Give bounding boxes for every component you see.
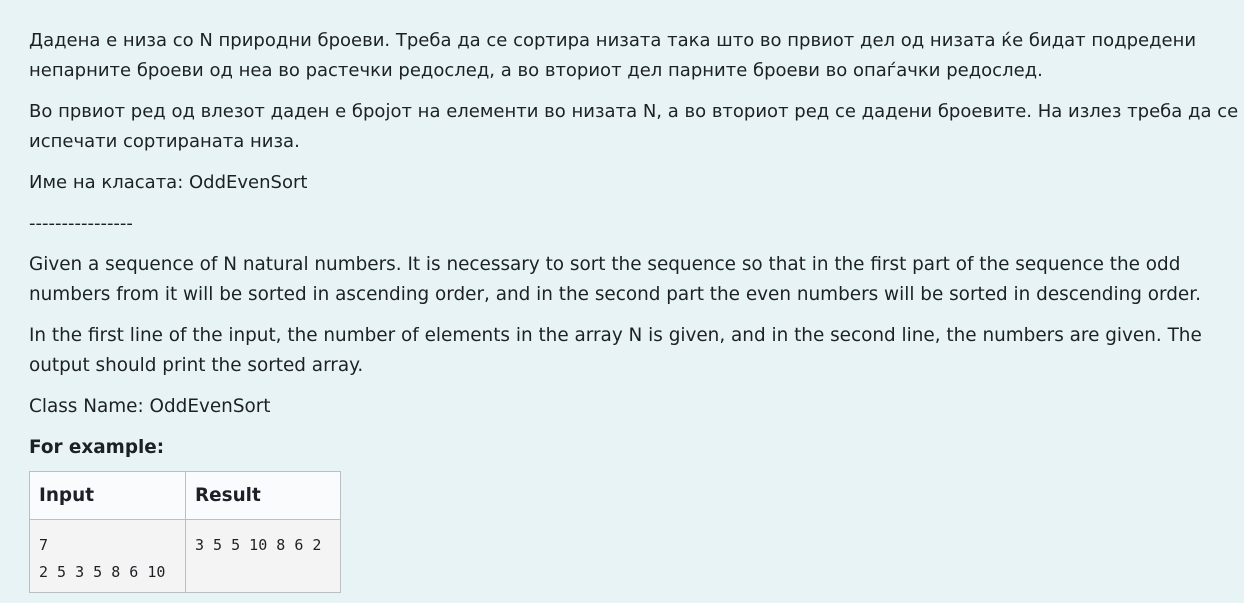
- description-mk-paragraph-2: Во првиот ред од влезот даден е бројот н…: [29, 101, 1239, 152]
- example-result-cell: 3 5 5 10 8 6 2: [185, 519, 341, 593]
- description-separator: ----------------: [29, 213, 133, 234]
- example-heading: For example:: [29, 437, 165, 458]
- description-en-paragraph-2: In the first line of the input, the numb…: [29, 325, 1202, 376]
- example-table: Input Result 7 2 5 3 5 8 6 10 3 5 5 10 8…: [29, 471, 341, 593]
- description-en-class-name: Class Name: OddEvenSort: [29, 396, 271, 417]
- description-mk-paragraph-1: Дадена е низа со N природни броеви. Треб…: [29, 30, 1197, 81]
- example-table-header-row: Input Result: [29, 471, 341, 520]
- example-header-result: Result: [185, 471, 341, 520]
- example-result-code: 3 5 5 10 8 6 2: [195, 536, 322, 554]
- description-mk-class-name: Име на класата: OddEvenSort: [29, 172, 308, 193]
- example-header-input: Input: [29, 471, 186, 520]
- example-input-code: 7 2 5 3 5 8 6 10: [39, 536, 166, 581]
- table-row: 7 2 5 3 5 8 6 10 3 5 5 10 8 6 2: [29, 519, 341, 593]
- description-en-paragraph-1: Given a sequence of N natural numbers. I…: [29, 254, 1201, 305]
- question-text-panel: Дадена е низа со N природни броеви. Треб…: [0, 0, 1244, 603]
- example-input-cell: 7 2 5 3 5 8 6 10: [29, 519, 186, 593]
